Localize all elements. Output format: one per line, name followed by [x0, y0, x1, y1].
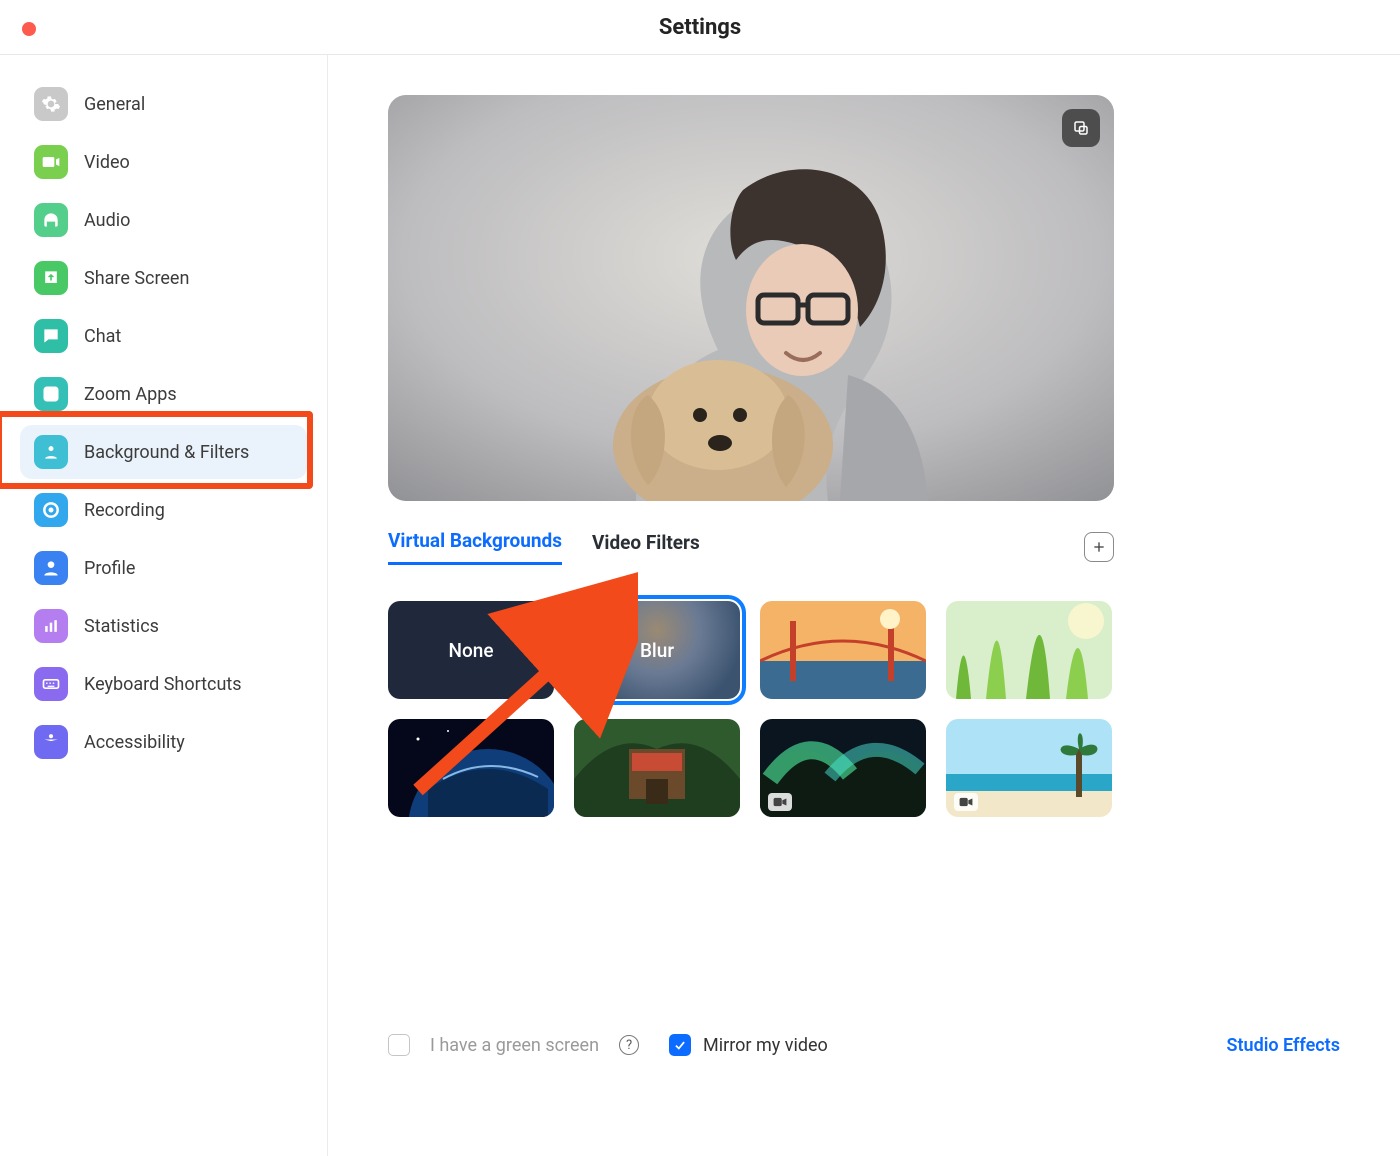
- user-icon: [34, 551, 68, 585]
- sidebar-item-video[interactable]: Video: [20, 135, 307, 189]
- video-preview: [388, 95, 1114, 501]
- footer-controls: I have a green screen ? Mirror my video …: [388, 1034, 1340, 1056]
- bar-icon: [34, 609, 68, 643]
- sidebar-item-label: Recording: [84, 500, 165, 521]
- green-screen-checkbox[interactable]: [388, 1034, 410, 1056]
- background-thumb-beach[interactable]: [946, 719, 1112, 817]
- titlebar: Settings: [0, 0, 1400, 55]
- background-thumb-golden-gate-bridge[interactable]: [760, 601, 926, 699]
- background-thumb-aurora[interactable]: [760, 719, 926, 817]
- background-grid: NoneBlur: [388, 601, 1340, 817]
- tab-virtual-backgrounds[interactable]: Virtual Backgrounds: [388, 529, 562, 565]
- mirror-video-checkbox[interactable]: [669, 1034, 691, 1056]
- sidebar-item-profile[interactable]: Profile: [20, 541, 307, 595]
- accessibility-icon: [34, 725, 68, 759]
- sidebar-item-label: Accessibility: [84, 732, 185, 753]
- sidebar-item-statistics[interactable]: Statistics: [20, 599, 307, 653]
- sidebar-item-zoom-apps[interactable]: Zoom Apps: [20, 367, 307, 421]
- green-screen-help-icon[interactable]: ?: [619, 1035, 639, 1055]
- person-icon: [34, 435, 68, 469]
- add-background-button[interactable]: [1084, 532, 1114, 562]
- apps-icon: [34, 377, 68, 411]
- sidebar-item-label: Video: [84, 152, 130, 173]
- video-badge-icon: [768, 793, 792, 811]
- main-panel: Virtual Backgrounds Video Filters NoneBl…: [328, 55, 1400, 1156]
- target-icon: [34, 493, 68, 527]
- sidebar-item-label: Profile: [84, 558, 135, 579]
- thumb-label: Blur: [574, 601, 740, 699]
- sidebar-item-general[interactable]: General: [20, 77, 307, 131]
- sidebar-item-label: Statistics: [84, 616, 159, 637]
- background-filter-tabs: Virtual Backgrounds Video Filters: [388, 529, 1114, 565]
- gear-icon: [34, 87, 68, 121]
- sidebar-item-share-screen[interactable]: Share Screen: [20, 251, 307, 305]
- sidebar-item-label: Audio: [84, 210, 130, 231]
- mirror-video-label: Mirror my video: [703, 1035, 828, 1056]
- studio-effects-link[interactable]: Studio Effects: [1226, 1035, 1340, 1056]
- sidebar-item-label: General: [84, 94, 145, 115]
- sidebar-item-recording[interactable]: Recording: [20, 483, 307, 537]
- tab-video-filters[interactable]: Video Filters: [592, 531, 700, 564]
- sidebar-item-accessibility[interactable]: Accessibility: [20, 715, 307, 769]
- background-thumb-grass[interactable]: [946, 601, 1112, 699]
- window-title: Settings: [0, 15, 1400, 40]
- sidebar-item-keyboard-shortcuts[interactable]: Keyboard Shortcuts: [20, 657, 307, 711]
- settings-sidebar: General Video Audio Share Screen Chat Zoom Ap…: [0, 55, 328, 1156]
- video-badge-icon: [954, 793, 978, 811]
- sidebar-item-background-filters[interactable]: Background & Filters: [20, 425, 307, 479]
- sidebar-item-label: Background & Filters: [84, 442, 249, 463]
- sidebar-item-label: Chat: [84, 326, 121, 347]
- chat-icon: [34, 319, 68, 353]
- video-icon: [34, 145, 68, 179]
- sidebar-item-audio[interactable]: Audio: [20, 193, 307, 247]
- sidebar-item-label: Zoom Apps: [84, 384, 177, 405]
- sidebar-item-chat[interactable]: Chat: [20, 309, 307, 363]
- share-icon: [34, 261, 68, 295]
- green-screen-label: I have a green screen: [430, 1035, 599, 1056]
- background-thumb-jurassic-park-gate[interactable]: [574, 719, 740, 817]
- rotate-camera-button[interactable]: [1062, 109, 1100, 147]
- thumb-label: None: [388, 601, 554, 699]
- background-thumb-blur[interactable]: Blur: [574, 601, 740, 699]
- sidebar-item-label: Keyboard Shortcuts: [84, 674, 242, 695]
- background-thumb-none[interactable]: None: [388, 601, 554, 699]
- window-close-button[interactable]: [22, 22, 36, 36]
- keyboard-icon: [34, 667, 68, 701]
- headphones-icon: [34, 203, 68, 237]
- sidebar-item-label: Share Screen: [84, 268, 189, 289]
- background-thumb-earth-from-space[interactable]: [388, 719, 554, 817]
